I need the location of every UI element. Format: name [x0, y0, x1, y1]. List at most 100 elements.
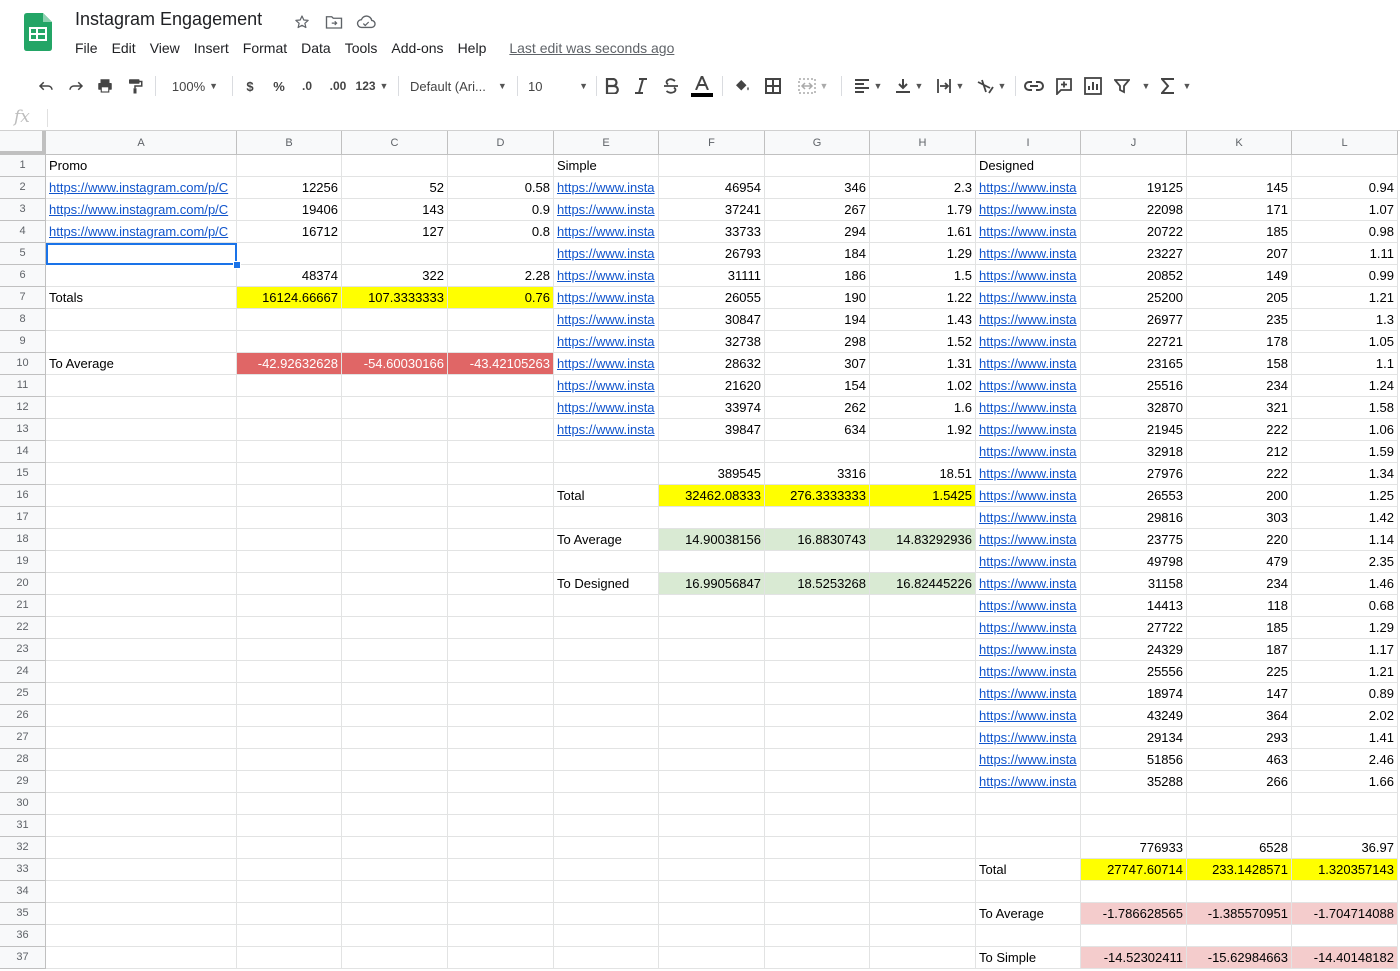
empty-cell[interactable]	[870, 683, 976, 705]
vertical-align-button[interactable]: ▼	[891, 74, 927, 98]
empty-cell[interactable]	[870, 705, 976, 727]
empty-cell[interactable]	[765, 661, 870, 683]
row-header[interactable]: 30	[0, 793, 46, 815]
row-header[interactable]: 5	[0, 243, 46, 265]
empty-cell[interactable]	[659, 837, 765, 859]
cell[interactable]: 1.52	[870, 331, 976, 353]
link-cell[interactable]: https://www.insta	[976, 419, 1081, 441]
cell[interactable]: 23227	[1081, 243, 1187, 265]
cell[interactable]: -1.786628565	[1081, 903, 1187, 925]
empty-cell[interactable]	[342, 419, 448, 441]
empty-cell[interactable]	[870, 617, 976, 639]
cell[interactable]: 262	[765, 397, 870, 419]
select-all-corner[interactable]	[0, 131, 46, 155]
cell[interactable]: 776933	[1081, 837, 1187, 859]
link-cell[interactable]: https://www.insta	[976, 331, 1081, 353]
empty-cell[interactable]	[976, 793, 1081, 815]
cell[interactable]: 23165	[1081, 353, 1187, 375]
empty-cell[interactable]	[46, 749, 237, 771]
empty-cell[interactable]	[448, 925, 554, 947]
empty-cell[interactable]	[448, 397, 554, 419]
empty-cell[interactable]	[342, 793, 448, 815]
empty-cell[interactable]	[342, 441, 448, 463]
empty-cell[interactable]	[448, 749, 554, 771]
empty-cell[interactable]	[237, 661, 342, 683]
cell[interactable]: 21620	[659, 375, 765, 397]
empty-cell[interactable]	[342, 529, 448, 551]
cell[interactable]: 48374	[237, 265, 342, 287]
cell[interactable]: 234	[1187, 573, 1292, 595]
cell[interactable]: 298	[765, 331, 870, 353]
empty-cell[interactable]	[237, 441, 342, 463]
cell[interactable]: 0.76	[448, 287, 554, 309]
empty-cell[interactable]	[237, 419, 342, 441]
cell[interactable]: 25516	[1081, 375, 1187, 397]
empty-cell[interactable]	[448, 617, 554, 639]
cell[interactable]: 39847	[659, 419, 765, 441]
empty-cell[interactable]	[554, 441, 659, 463]
empty-cell[interactable]	[1081, 815, 1187, 837]
empty-cell[interactable]	[237, 331, 342, 353]
cell[interactable]: 25556	[1081, 661, 1187, 683]
row-header[interactable]: 31	[0, 815, 46, 837]
empty-cell[interactable]	[659, 925, 765, 947]
cell[interactable]: 0.99	[1292, 265, 1398, 287]
selected-cell[interactable]	[46, 243, 237, 265]
empty-cell[interactable]	[554, 727, 659, 749]
empty-cell[interactable]	[870, 749, 976, 771]
empty-cell[interactable]	[448, 243, 554, 265]
empty-cell[interactable]	[448, 947, 554, 969]
text-color-button[interactable]	[690, 74, 714, 98]
empty-cell[interactable]	[554, 903, 659, 925]
row-header[interactable]: 37	[0, 947, 46, 969]
link-cell[interactable]: https://www.insta	[976, 485, 1081, 507]
cell[interactable]: 43249	[1081, 705, 1187, 727]
empty-cell[interactable]	[659, 617, 765, 639]
cell[interactable]: -14.40148182	[1292, 947, 1398, 969]
more-formats-button[interactable]: 123 ▼	[354, 74, 390, 98]
cell[interactable]: 145	[1187, 177, 1292, 199]
link-cell[interactable]: https://www.insta	[976, 199, 1081, 221]
paint-format-button[interactable]	[123, 74, 147, 98]
move-folder-icon[interactable]	[323, 11, 345, 33]
link-cell[interactable]: https://www.insta	[976, 221, 1081, 243]
cell[interactable]: 322	[342, 265, 448, 287]
empty-cell[interactable]	[237, 155, 342, 177]
row-header[interactable]: 24	[0, 661, 46, 683]
empty-cell[interactable]	[342, 485, 448, 507]
cell[interactable]: 1.3	[1292, 309, 1398, 331]
cell[interactable]: 49798	[1081, 551, 1187, 573]
menu-file[interactable]: File	[68, 38, 105, 58]
row-header[interactable]: 17	[0, 507, 46, 529]
text-wrapping-button[interactable]: ▼	[932, 74, 968, 98]
empty-cell[interactable]	[870, 639, 976, 661]
empty-cell[interactable]	[342, 903, 448, 925]
empty-cell[interactable]	[1292, 881, 1398, 903]
link-cell[interactable]: https://www.insta	[976, 617, 1081, 639]
cell[interactable]: 194	[765, 309, 870, 331]
cell[interactable]: To Simple	[976, 947, 1081, 969]
link-cell[interactable]: https://www.insta	[976, 375, 1081, 397]
borders-button[interactable]	[761, 74, 785, 98]
empty-cell[interactable]	[659, 793, 765, 815]
cell[interactable]: 1.46	[1292, 573, 1398, 595]
empty-cell[interactable]	[237, 551, 342, 573]
empty-cell[interactable]	[870, 815, 976, 837]
fill-handle[interactable]	[233, 261, 241, 269]
cell[interactable]: 634	[765, 419, 870, 441]
empty-cell[interactable]	[342, 881, 448, 903]
empty-cell[interactable]	[342, 815, 448, 837]
empty-cell[interactable]	[46, 551, 237, 573]
empty-cell[interactable]	[1187, 155, 1292, 177]
cell[interactable]: 1.24	[1292, 375, 1398, 397]
empty-cell[interactable]	[554, 881, 659, 903]
link-cell[interactable]: https://www.insta	[976, 661, 1081, 683]
cell[interactable]: 185	[1187, 221, 1292, 243]
cell[interactable]: 33733	[659, 221, 765, 243]
empty-cell[interactable]	[659, 155, 765, 177]
empty-cell[interactable]	[448, 419, 554, 441]
cell[interactable]: Totals	[46, 287, 237, 309]
link-cell[interactable]: https://www.insta	[976, 309, 1081, 331]
empty-cell[interactable]	[342, 375, 448, 397]
cell[interactable]: 26553	[1081, 485, 1187, 507]
